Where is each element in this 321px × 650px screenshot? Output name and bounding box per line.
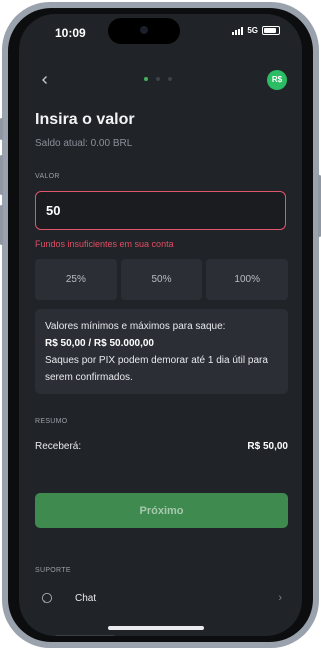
app-screen: 10:09 5G R$ Insira o valor Saldo atual: …: [19, 14, 302, 636]
summary-row: Receberá: R$ 50,00: [35, 441, 288, 452]
current-balance: Saldo atual: 0.00 BRL: [35, 138, 133, 149]
receive-value: R$ 50,00: [247, 441, 288, 452]
dynamic-island: [108, 18, 180, 44]
next-button[interactable]: Próximo: [35, 493, 288, 528]
signal-icon: [232, 26, 244, 35]
support-label: SUPORTE: [35, 567, 71, 574]
withdraw-info-box: Valores mínimos e máximos para saque: R$…: [35, 309, 288, 394]
chat-icon: [41, 592, 53, 604]
battery-icon: [262, 26, 280, 35]
percent-100-button[interactable]: 100%: [206, 259, 289, 300]
page-title: Insira o valor: [35, 111, 135, 128]
info-pix-note: Saques por PIX podem demorar até 1 dia ú…: [45, 355, 268, 383]
error-message: Fundos insuficientes em sua conta: [35, 239, 174, 249]
currency-badge: R$: [267, 70, 287, 90]
volume-down-button: [0, 205, 3, 245]
percent-50-button[interactable]: 50%: [120, 259, 203, 300]
status-icons: 5G: [232, 26, 280, 35]
step-dot: [156, 77, 160, 81]
chevron-left-icon: [42, 76, 47, 84]
camera-dot: [140, 26, 148, 34]
mute-switch: [0, 118, 3, 140]
network-type: 5G: [247, 26, 258, 35]
info-limits-label: Valores mínimos e máximos para saque:: [45, 321, 226, 332]
info-limits-value: R$ 50,00 / R$ 50.000,00: [45, 338, 154, 349]
step-dot-active: [144, 77, 148, 81]
percent-buttons: 25% 50% 100%: [35, 259, 289, 300]
amount-label: VALOR: [35, 173, 60, 180]
chat-item[interactable]: Chat ›: [35, 588, 288, 608]
percent-25-button[interactable]: 25%: [35, 259, 117, 300]
volume-up-button: [0, 155, 3, 195]
amount-input[interactable]: [35, 191, 286, 230]
chevron-right-icon: ›: [278, 592, 282, 604]
summary-label: RESUMO: [35, 418, 68, 425]
status-time: 10:09: [55, 26, 86, 40]
receive-label: Receberá:: [35, 441, 82, 452]
step-dot: [168, 77, 172, 81]
home-indicator: [108, 626, 204, 630]
back-button[interactable]: [37, 72, 53, 88]
chat-label: Chat: [75, 592, 97, 604]
step-indicator: [144, 77, 172, 81]
